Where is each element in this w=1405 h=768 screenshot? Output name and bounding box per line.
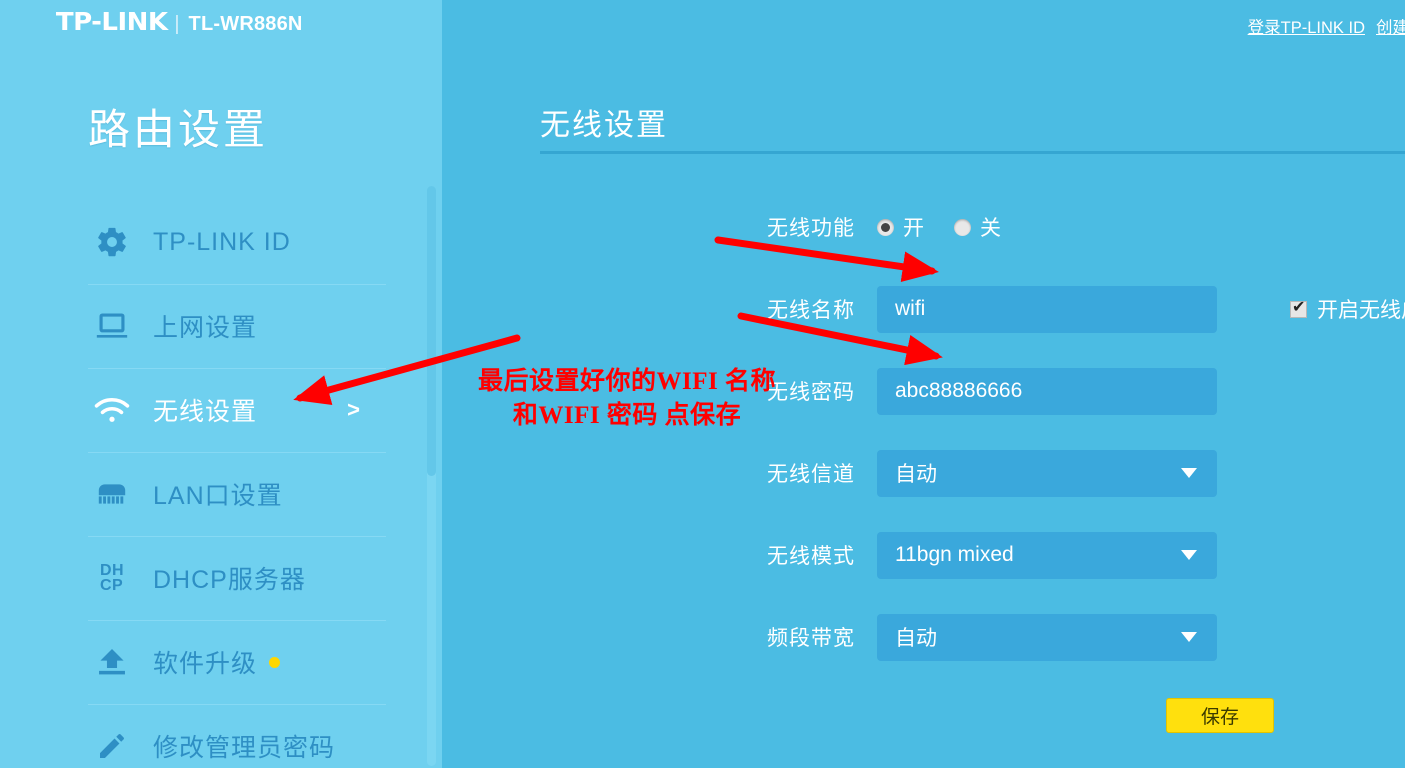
ssid-input[interactable]: wifi <box>877 285 1217 333</box>
sidebar-item-label: 修改管理员密码 <box>153 734 336 762</box>
wireless-function-radio-group: 开 关 <box>877 212 1001 242</box>
radio-label-on: 开 <box>903 217 924 240</box>
password-input[interactable]: abc88886666 <box>877 367 1217 415</box>
mode-select[interactable]: 11bgn mixed <box>877 531 1217 579</box>
title-divider <box>540 151 1405 154</box>
sidebar-title: 路由设置 <box>88 106 269 153</box>
sidebar-item-label: TP-LINK ID <box>153 227 291 256</box>
radio-dot-off <box>954 218 971 236</box>
radio-dot-on <box>877 218 894 236</box>
sidebar-item-change-admin-password[interactable]: 修改管理员密码 <box>88 704 388 768</box>
sidebar-item-label: DHCP服务器 <box>153 566 306 594</box>
sidebar-item-dhcp-server[interactable]: DH CP DHCP服务器 <box>88 536 388 620</box>
create-account-link[interactable]: 创建 <box>1376 14 1405 38</box>
gear-icon <box>88 220 136 264</box>
brand-separator: | <box>174 13 180 35</box>
sidebar-item-tplink-id[interactable]: TP-LINK ID <box>88 200 388 284</box>
brand-logo-group: TP-LINK | TL-WR886N <box>55 7 303 36</box>
sidebar-item-label: LAN口设置 <box>153 482 283 510</box>
chevron-right-icon: > <box>347 397 360 422</box>
page-title: 无线设置 <box>540 109 668 142</box>
sidebar-item-internet-settings[interactable]: 上网设置 <box>88 284 388 368</box>
mode-label: 无线模式 <box>767 545 855 568</box>
wireless-function-label: 无线功能 <box>767 217 855 240</box>
ethernet-port-icon <box>88 472 136 516</box>
router-model-label: TL-WR886N <box>188 13 303 35</box>
radio-label-off: 关 <box>980 217 1001 240</box>
pencil-icon <box>88 724 136 768</box>
radio-wireless-off[interactable]: 关 <box>954 212 1001 242</box>
form-row-bandwidth: 频段带宽 自动 <box>442 613 1405 661</box>
sidebar-scrollbar-thumb[interactable] <box>427 186 436 476</box>
mode-value: 11bgn mixed <box>895 543 1014 566</box>
channel-value: 自动 <box>895 463 937 486</box>
sidebar-nav: TP-LINK ID 上网设置 无线设置 > LAN口设置 DH CP DHCP… <box>88 200 388 768</box>
sidebar-item-label: 软件升级 <box>153 650 258 678</box>
channel-select[interactable]: 自动 <box>877 449 1217 497</box>
chevron-down-icon <box>1181 468 1197 478</box>
bandwidth-select[interactable]: 自动 <box>877 613 1217 661</box>
form-row-channel: 无线信道 自动 <box>442 449 1405 497</box>
sidebar-item-label: 上网设置 <box>153 314 258 342</box>
radio-wireless-on[interactable]: 开 <box>877 212 924 242</box>
sidebar-item-firmware-upgrade[interactable]: 软件升级 <box>88 620 388 704</box>
bandwidth-label: 频段带宽 <box>767 627 855 650</box>
wireless-settings-form: 无线功能 开 关 无线名称 wifi 开启无线广播 <box>442 206 1405 738</box>
update-available-badge <box>269 656 281 668</box>
chevron-down-icon <box>1181 550 1197 560</box>
page-header: TP-LINK | TL-WR886N 登录TP-LINK ID 创建 <box>0 0 1405 46</box>
ssid-label: 无线名称 <box>767 299 855 322</box>
header-links: 登录TP-LINK ID 创建 <box>1248 14 1405 38</box>
annotation-text: 最后设置好你的WIFI 名称 和WIFI 密码 点保存 <box>478 368 776 429</box>
router-admin-page: TP-LINK | TL-WR886N 登录TP-LINK ID 创建 路由设置… <box>0 0 1405 768</box>
laptop-icon <box>88 304 136 348</box>
sidebar-item-label: 无线设置 <box>153 398 258 426</box>
chevron-down-icon <box>1181 632 1197 642</box>
bandwidth-value: 自动 <box>895 627 937 650</box>
form-row-ssid: 无线名称 wifi 开启无线广播 <box>442 285 1405 333</box>
form-row-wireless-function: 无线功能 开 关 <box>442 206 1405 248</box>
ssid-broadcast-checkbox[interactable] <box>1290 298 1307 318</box>
sidebar-item-lan-settings[interactable]: LAN口设置 <box>88 452 388 536</box>
ssid-broadcast-toggle[interactable]: 开启无线广播 <box>1290 294 1405 324</box>
tplink-logo: TP-LINK <box>55 7 168 36</box>
ssid-broadcast-label: 开启无线广播 <box>1317 299 1405 322</box>
save-button[interactable]: 保存 <box>1166 698 1274 733</box>
channel-label: 无线信道 <box>767 463 855 486</box>
form-row-mode: 无线模式 11bgn mixed <box>442 531 1405 579</box>
wifi-icon <box>88 388 136 432</box>
upload-arrow-icon <box>88 640 136 684</box>
dhcp-icon: DH CP <box>99 562 125 594</box>
form-row-save: 保存 <box>442 698 1405 738</box>
sidebar-item-wireless-settings[interactable]: 无线设置 > <box>88 368 388 452</box>
login-tplink-id-link[interactable]: 登录TP-LINK ID <box>1248 14 1365 38</box>
